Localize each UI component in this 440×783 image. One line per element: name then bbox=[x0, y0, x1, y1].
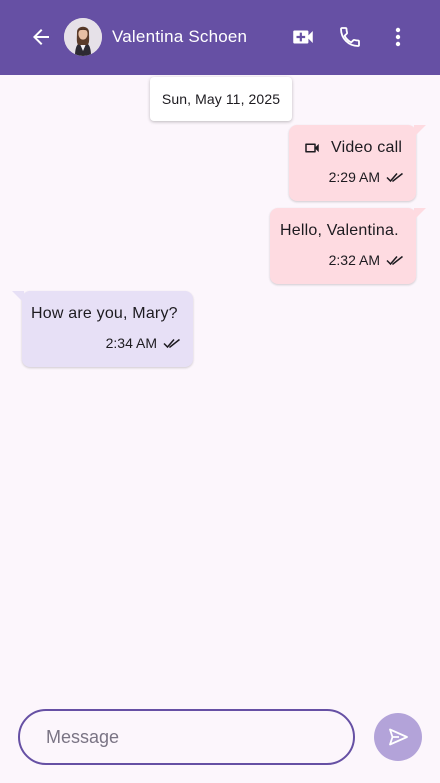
avatar[interactable] bbox=[64, 18, 102, 56]
back-button[interactable] bbox=[26, 22, 56, 52]
message-meta: 2:29 AM bbox=[329, 169, 404, 185]
message-time: 2:29 AM bbox=[328, 169, 380, 185]
video-call-row: Video call bbox=[303, 139, 402, 157]
message-text: Video call bbox=[331, 139, 403, 156]
videocam-icon bbox=[305, 143, 319, 153]
message-bubble-outgoing[interactable]: Hello, Valentina. 2:32 AM bbox=[270, 208, 426, 284]
double-check-icon bbox=[386, 255, 403, 266]
add-video-call-icon bbox=[293, 30, 313, 44]
double-check-icon bbox=[163, 338, 180, 349]
contact-photo bbox=[64, 18, 102, 56]
message-bubble-incoming[interactable]: How are you, Mary? 2:34 AM bbox=[12, 291, 193, 367]
message-text: Hello, Valentina. bbox=[280, 222, 399, 239]
video-call-button[interactable] bbox=[288, 22, 318, 52]
arrow-left-icon bbox=[33, 29, 49, 45]
message-meta: 2:32 AM bbox=[329, 252, 404, 268]
more-vertical-icon bbox=[395, 27, 401, 47]
message-time: 2:34 AM bbox=[105, 335, 157, 351]
phone-icon bbox=[340, 27, 360, 47]
contact-name[interactable]: Valentina Schoen bbox=[112, 27, 247, 47]
send-button[interactable] bbox=[374, 713, 422, 761]
more-options-button[interactable] bbox=[383, 22, 413, 52]
message-time: 2:32 AM bbox=[328, 252, 380, 268]
message-bubble-outgoing[interactable]: Video call 2:29 AM bbox=[289, 125, 426, 201]
voice-call-button[interactable] bbox=[335, 22, 365, 52]
send-icon bbox=[389, 728, 408, 746]
double-check-icon bbox=[386, 172, 403, 183]
message-meta: 2:34 AM bbox=[106, 335, 181, 351]
date-chip: Sun, May 11, 2025 bbox=[150, 77, 292, 121]
message-text: How are you, Mary? bbox=[31, 305, 178, 322]
app-bar: Valentina Schoen bbox=[0, 0, 440, 75]
message-input[interactable] bbox=[18, 709, 355, 765]
